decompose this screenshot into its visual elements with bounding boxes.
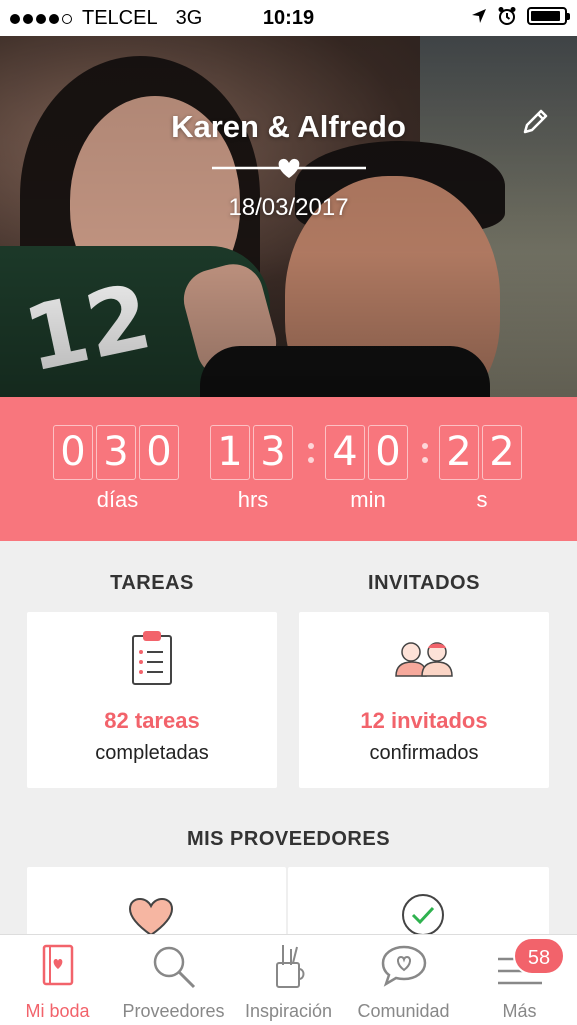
tasks-title: TAREAS	[110, 572, 194, 594]
clipboard-icon	[132, 631, 172, 685]
tab-label: Inspiración	[244, 1001, 333, 1021]
guests-icon	[395, 642, 453, 677]
seconds-label: s	[476, 487, 488, 512]
countdown-panel: 0 3 0 1 3 4 0 2 2 días hrs min s	[0, 397, 577, 541]
countdown-digit: 0	[53, 425, 93, 480]
tasks-status: completadas	[95, 742, 209, 764]
location-arrow-icon	[472, 9, 486, 23]
art-supplies-icon	[275, 945, 304, 988]
alarm-icon	[498, 7, 516, 25]
battery-icon	[527, 7, 570, 25]
providers-title: MIS PROVEEDORES	[186, 828, 391, 850]
countdown-digit: 0	[139, 425, 179, 480]
countdown-separator	[305, 433, 317, 473]
tab-proveedores[interactable]: Proveedores	[115, 935, 232, 1025]
check-circle-icon	[402, 894, 444, 936]
heart-icon	[128, 897, 174, 937]
heart-divider-icon	[212, 158, 366, 178]
countdown-separator	[419, 433, 431, 473]
countdown-seconds: 2 2	[439, 425, 525, 480]
guests-title: INVITADOS	[368, 572, 480, 594]
countdown-digit: 4	[325, 425, 365, 480]
guests-card[interactable]: 12 invitados confirmados	[299, 612, 549, 788]
edit-pencil-icon[interactable]	[519, 106, 551, 138]
status-right	[471, 6, 570, 26]
tasks-count: 82 tareas	[104, 708, 200, 733]
tab-label: Proveedores	[122, 1001, 225, 1021]
couple-photo: 12 Karen & Alfredo 18/03/2017	[0, 36, 577, 397]
tab-bar: Mi boda Proveedores Inspiración Comunida…	[0, 934, 577, 1025]
countdown-digit: 2	[482, 425, 522, 480]
wedding-date: 18/03/2017	[228, 194, 349, 221]
tab-mi-boda[interactable]: Mi boda	[0, 935, 115, 1025]
hours-label: hrs	[237, 487, 269, 512]
tasks-card[interactable]: 82 tareas completadas	[27, 612, 277, 788]
tab-label: Comunidad	[357, 1001, 450, 1021]
countdown-days: 0 3 0	[53, 425, 182, 480]
days-label: días	[96, 487, 139, 512]
minutes-label: min	[350, 487, 386, 512]
countdown-digit: 3	[253, 425, 293, 480]
countdown-minutes: 4 0	[325, 425, 411, 480]
couple-name: Karen & Alfredo	[171, 109, 406, 144]
tab-label: Más	[502, 1001, 537, 1021]
notebook-icon	[42, 944, 73, 986]
countdown-digit: 1	[210, 425, 250, 480]
countdown-digit: 3	[96, 425, 136, 480]
tab-label: Mi boda	[25, 1001, 90, 1021]
guests-count: 12 invitados	[360, 708, 488, 733]
tab-comunidad[interactable]: Comunidad	[345, 935, 462, 1025]
countdown-digit: 2	[439, 425, 479, 480]
guests-status: confirmados	[369, 742, 479, 764]
countdown-digit: 0	[368, 425, 408, 480]
tab-inspiracion[interactable]: Inspiración	[232, 935, 345, 1025]
status-bar: TELCEL 3G 10:19	[0, 0, 577, 36]
countdown-hours: 1 3	[210, 425, 296, 480]
chat-heart-icon	[381, 945, 426, 987]
search-icon	[153, 946, 195, 989]
notification-badge: 58	[513, 937, 565, 975]
